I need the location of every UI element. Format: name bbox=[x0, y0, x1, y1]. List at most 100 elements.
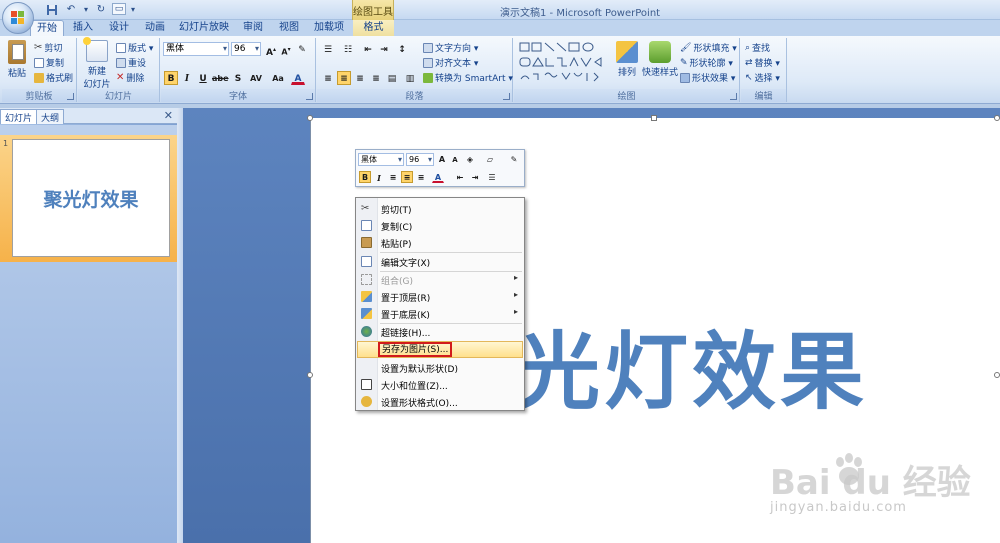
drawing-launcher-icon[interactable] bbox=[730, 93, 737, 100]
menu-item-copy[interactable]: 复制(C) bbox=[357, 217, 523, 234]
mini-align-right-icon[interactable]: ≡ bbox=[415, 171, 427, 183]
underline-button[interactable]: U bbox=[196, 71, 210, 85]
shrink-font-icon[interactable]: A▾ bbox=[279, 42, 293, 57]
bold-button[interactable]: B bbox=[164, 71, 178, 85]
paragraph-launcher-icon[interactable] bbox=[503, 93, 510, 100]
shape-outline-button[interactable]: ✎ 形状轮廓 ▾ bbox=[680, 56, 733, 70]
resize-handle-right[interactable] bbox=[994, 372, 1000, 378]
tab-outline-panel[interactable]: 大纲 bbox=[36, 109, 65, 124]
redo-icon[interactable]: ↻ bbox=[93, 2, 109, 17]
mini-align-center-icon[interactable]: ≡ bbox=[401, 171, 413, 183]
menu-item-bring-to-front[interactable]: 置于顶层(R) ▸ bbox=[357, 288, 523, 305]
menu-item-hyperlink[interactable]: 超链接(H)... bbox=[357, 323, 523, 340]
char-spacing-button[interactable]: AV bbox=[246, 71, 266, 85]
tab-design[interactable]: 设计 bbox=[104, 20, 134, 36]
tab-animation[interactable]: 动画 bbox=[140, 20, 170, 36]
menu-item-send-to-back[interactable]: 置于底层(K) ▸ bbox=[357, 305, 523, 322]
clear-format-icon[interactable]: ✎ bbox=[295, 42, 309, 56]
mini-increase-indent-icon[interactable]: ⇥ bbox=[469, 171, 481, 183]
dropdown-icon[interactable]: ▾ bbox=[82, 2, 90, 17]
tab-home[interactable]: 开始 bbox=[30, 20, 64, 37]
mini-fill-icon[interactable]: ◈ bbox=[464, 153, 476, 165]
delete-button[interactable]: ✕ 删除 bbox=[116, 71, 144, 84]
line-spacing-icon[interactable]: ↕ bbox=[395, 42, 409, 56]
mini-font-name-combo[interactable]: 黑体 bbox=[358, 153, 404, 166]
customize-dropdown-icon[interactable]: ▾ bbox=[129, 2, 137, 17]
mini-align-left-icon[interactable]: ≡ bbox=[387, 171, 399, 183]
mini-outline-icon[interactable]: ▱ bbox=[484, 153, 496, 165]
font-size-combo[interactable]: 96 bbox=[231, 42, 261, 56]
cut-button[interactable]: ✂ 剪切 bbox=[34, 41, 62, 54]
menu-item-set-default-shape[interactable]: 设置为默认形状(D) bbox=[357, 359, 523, 376]
shadow-button[interactable]: S bbox=[231, 71, 245, 85]
italic-button[interactable]: I bbox=[180, 71, 194, 85]
grow-font-icon[interactable]: A▴ bbox=[264, 42, 278, 58]
align-left-icon[interactable]: ≡ bbox=[321, 71, 335, 85]
resize-handle-top-left[interactable] bbox=[307, 115, 313, 121]
slide-thumbnail[interactable]: 聚光灯效果 bbox=[12, 139, 170, 257]
tab-review[interactable]: 审阅 bbox=[238, 20, 268, 36]
clipboard-launcher-icon[interactable] bbox=[67, 93, 74, 100]
font-name-combo[interactable]: 黑体 bbox=[163, 42, 229, 56]
layout-button[interactable]: 版式 ▾ bbox=[116, 41, 153, 54]
change-case-button[interactable]: Aa bbox=[268, 71, 288, 85]
mini-italic-button[interactable]: I bbox=[373, 171, 385, 183]
menu-item-size-position[interactable]: 大小和位置(Z)... bbox=[357, 376, 523, 393]
tab-slideshow[interactable]: 幻灯片放映 bbox=[176, 20, 232, 36]
menu-item-edit-text[interactable]: 编辑文字(X) bbox=[357, 253, 523, 270]
mini-font-color-button[interactable]: A bbox=[432, 171, 444, 183]
mini-bold-button[interactable]: B bbox=[359, 171, 371, 183]
mini-shrink-font-icon[interactable]: A bbox=[449, 153, 461, 165]
increase-indent-icon[interactable]: ⇥ bbox=[377, 42, 391, 56]
menu-item-format-shape[interactable]: 设置形状格式(O)... bbox=[357, 393, 523, 410]
reset-button[interactable]: 重设 bbox=[116, 56, 146, 69]
resize-handle-left[interactable] bbox=[307, 372, 313, 378]
text-direction-button[interactable]: 文字方向 ▾ bbox=[423, 41, 478, 54]
mini-font-size-combo[interactable]: 96 bbox=[406, 153, 434, 166]
mini-grow-font-icon[interactable]: A bbox=[436, 153, 448, 165]
font-color-button[interactable]: A bbox=[291, 71, 305, 85]
tab-slides-panel[interactable]: 幻灯片 bbox=[0, 109, 38, 124]
tab-insert[interactable]: 插入 bbox=[68, 20, 98, 36]
close-icon[interactable]: ✕ bbox=[164, 109, 173, 122]
smartart-button[interactable]: 转换为 SmartArt ▾ bbox=[423, 71, 513, 84]
align-right-icon[interactable]: ≡ bbox=[353, 71, 367, 85]
tab-addins[interactable]: 加载项 bbox=[310, 20, 348, 36]
bullets-icon[interactable]: ☰ bbox=[321, 42, 335, 56]
mini-decrease-indent-icon[interactable]: ⇤ bbox=[454, 171, 466, 183]
font-launcher-icon[interactable] bbox=[306, 93, 313, 100]
distribute-icon[interactable]: ▤ bbox=[385, 71, 399, 85]
office-button[interactable] bbox=[2, 2, 34, 34]
shapes-gallery[interactable] bbox=[518, 41, 610, 87]
format-painter-button[interactable]: 格式刷 bbox=[34, 71, 73, 84]
menu-item-save-as-picture[interactable]: 另存为图片(S)... bbox=[357, 341, 523, 358]
resize-handle-top[interactable] bbox=[651, 115, 657, 121]
mini-bullets-icon[interactable]: ☰ bbox=[486, 171, 498, 183]
copy-button[interactable]: 复制 bbox=[34, 56, 64, 69]
arrange-button[interactable]: 排列 bbox=[614, 41, 640, 78]
tab-view[interactable]: 视图 bbox=[274, 20, 304, 36]
quick-styles-button[interactable]: 快速样式 bbox=[642, 41, 678, 78]
find-button[interactable]: ⌕ 查找 bbox=[745, 41, 770, 55]
paste-button[interactable]: 粘贴 bbox=[4, 40, 30, 79]
undo-icon[interactable]: ↶ bbox=[63, 2, 79, 17]
customize-icon[interactable]: ▭ bbox=[112, 3, 126, 15]
mini-format-painter-icon[interactable]: ✎ bbox=[508, 153, 520, 165]
menu-item-group[interactable]: 组合(G) ▸ bbox=[357, 271, 523, 288]
decrease-indent-icon[interactable]: ⇤ bbox=[361, 42, 375, 56]
replace-button[interactable]: ⇄ 替换 ▾ bbox=[745, 56, 780, 70]
align-center-icon[interactable]: ≡ bbox=[337, 71, 351, 85]
select-button[interactable]: ↖ 选择 ▾ bbox=[745, 71, 780, 85]
shape-fill-button[interactable]: 🖌 形状填充 ▾ bbox=[680, 41, 737, 55]
columns-icon[interactable]: ▥ bbox=[403, 71, 417, 85]
resize-handle-top-right[interactable] bbox=[994, 115, 1000, 121]
thumbnail-list[interactable]: 1 聚光灯效果 bbox=[0, 125, 177, 543]
menu-item-cut[interactable]: ✂ 剪切(T) bbox=[357, 200, 523, 217]
align-text-button[interactable]: 对齐文本 ▾ bbox=[423, 56, 478, 69]
numbering-icon[interactable]: ☷ bbox=[341, 42, 355, 56]
save-icon[interactable] bbox=[44, 2, 60, 17]
tab-format[interactable]: 格式 bbox=[353, 20, 394, 36]
shape-effects-button[interactable]: 形状效果 ▾ bbox=[680, 71, 735, 84]
menu-item-paste[interactable]: 粘贴(P) bbox=[357, 234, 523, 251]
justify-icon[interactable]: ≡ bbox=[369, 71, 383, 85]
